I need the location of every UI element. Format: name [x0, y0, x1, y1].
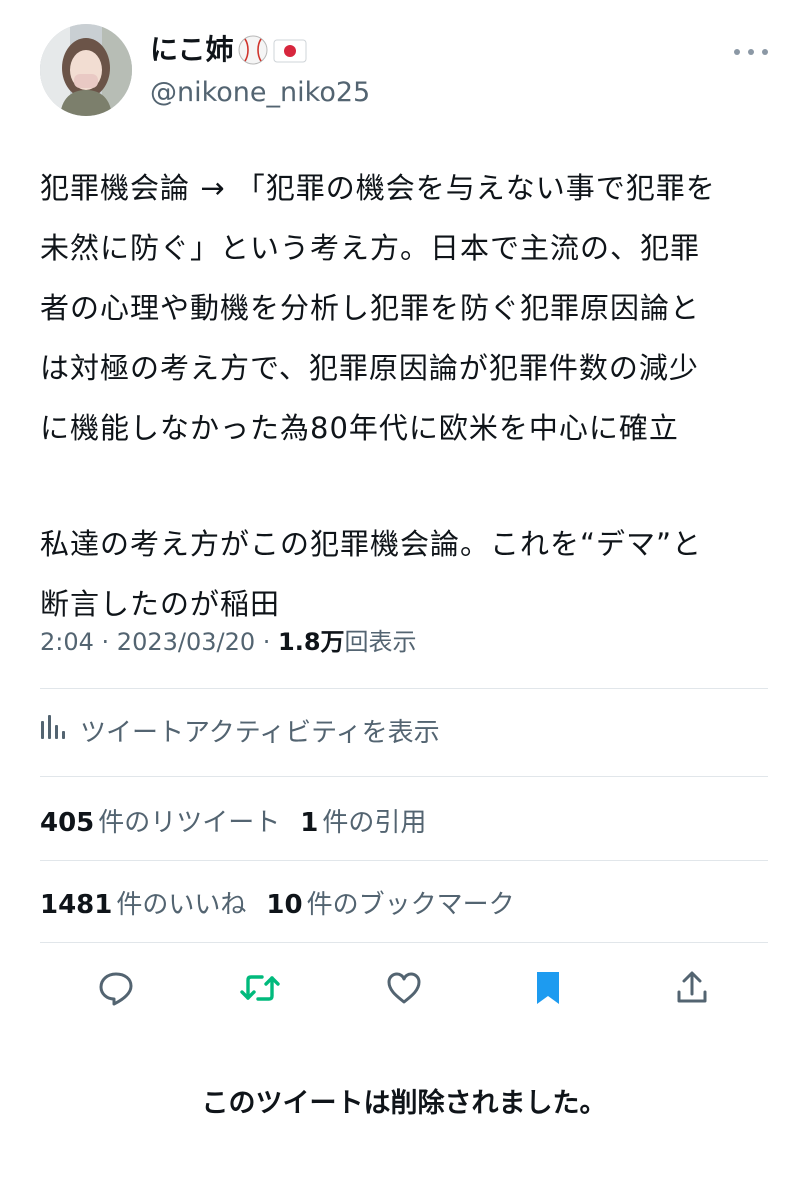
tweet-text-line: 未然に防ぐ」という考え方。日本で主流の、犯罪 [40, 231, 701, 265]
tweet-date[interactable]: 2023/03/20 [117, 628, 255, 656]
reply-icon [96, 968, 136, 1012]
tweet-header: にこ姉 @nikone_niko25 [40, 24, 768, 116]
tweet-text-line: は対極の考え方で、犯罪原因論が犯罪件数の減少 [40, 351, 699, 385]
share-button[interactable] [664, 962, 720, 1018]
avatar-image [40, 24, 132, 116]
quotes-label: 件の引用 [322, 807, 427, 838]
bookmark-icon [528, 968, 568, 1012]
retweets-label: 件のリツイート [98, 807, 281, 838]
avatar[interactable] [40, 24, 132, 116]
tweet-activity-label: ツイートアクティビティを表示 [80, 717, 440, 748]
tweet-text-line: に機能しなかった為80年代に欧米を中心に確立 [40, 411, 679, 445]
likes-label: 件のいいね [116, 889, 247, 920]
divider [40, 776, 768, 777]
stats-row-retweets: 405 件のリツイート 1 件の引用 [40, 798, 446, 842]
share-icon [672, 968, 712, 1012]
author-name-row: にこ姉 [150, 32, 307, 68]
views-count: 1.8万 [278, 628, 345, 656]
tweet-activity-link[interactable]: ツイートアクティビティを表示 [40, 708, 440, 752]
divider [40, 860, 768, 861]
retweet-icon [238, 968, 282, 1012]
quotes-count: 1 [300, 807, 319, 838]
japan-flag-icon [273, 34, 307, 66]
tweet-time[interactable]: 2:04 [40, 628, 94, 656]
reply-button[interactable] [88, 962, 144, 1018]
tweet-detail-page: にこ姉 @nikone_niko25 犯罪機会論 → 「犯罪の機会を与えない事で… [0, 0, 808, 1200]
tweet-text-line: 私達の考え方がこの犯罪機会論。これを“デマ”と [40, 527, 703, 561]
tweet-text-line: 者の心理や動機を分析し犯罪を防ぐ犯罪原因論と [40, 291, 701, 325]
tweet-text: 犯罪機会論 → 「犯罪の機会を与えない事で犯罪を 未然に防ぐ」という考え方。日本… [40, 158, 768, 634]
retweets-stat[interactable]: 405 件のリツイート [40, 802, 280, 839]
views-label: 回表示 [344, 628, 417, 656]
bookmarks-label: 件のブックマーク [306, 889, 515, 920]
bookmarks-stat[interactable]: 10 件のブックマーク [266, 884, 514, 921]
tweet-action-bar [40, 962, 768, 1018]
tweet-meta: 2:04 · 2023/03/20 · 1.8万回表示 [40, 622, 417, 662]
meta-separator: · [255, 628, 279, 656]
bookmark-button[interactable] [520, 962, 576, 1018]
analytics-icon [40, 713, 66, 748]
meta-separator: · [93, 628, 117, 656]
divider [40, 942, 768, 943]
author-handle[interactable]: @nikone_niko25 [150, 76, 370, 110]
stats-row-likes: 1481 件のいいね 10 件のブックマーク [40, 880, 535, 924]
bookmarks-count: 10 [266, 889, 303, 920]
likes-stat[interactable]: 1481 件のいいね [40, 884, 246, 921]
author-display-name[interactable]: にこ姉 [150, 32, 233, 68]
quotes-stat[interactable]: 1 件の引用 [300, 802, 426, 839]
like-icon [384, 968, 424, 1012]
divider [40, 688, 768, 689]
retweet-button[interactable] [232, 962, 288, 1018]
deleted-tweet-notice: このツイートは削除されました。 [201, 1088, 607, 1119]
retweets-count: 405 [40, 807, 95, 838]
more-options-icon[interactable] [734, 42, 768, 62]
tweet-text-line: 犯罪機会論 → 「犯罪の機会を与えない事で犯罪を [40, 171, 716, 205]
likes-count: 1481 [40, 889, 113, 920]
like-button[interactable] [376, 962, 432, 1018]
baseball-icon [237, 34, 269, 66]
